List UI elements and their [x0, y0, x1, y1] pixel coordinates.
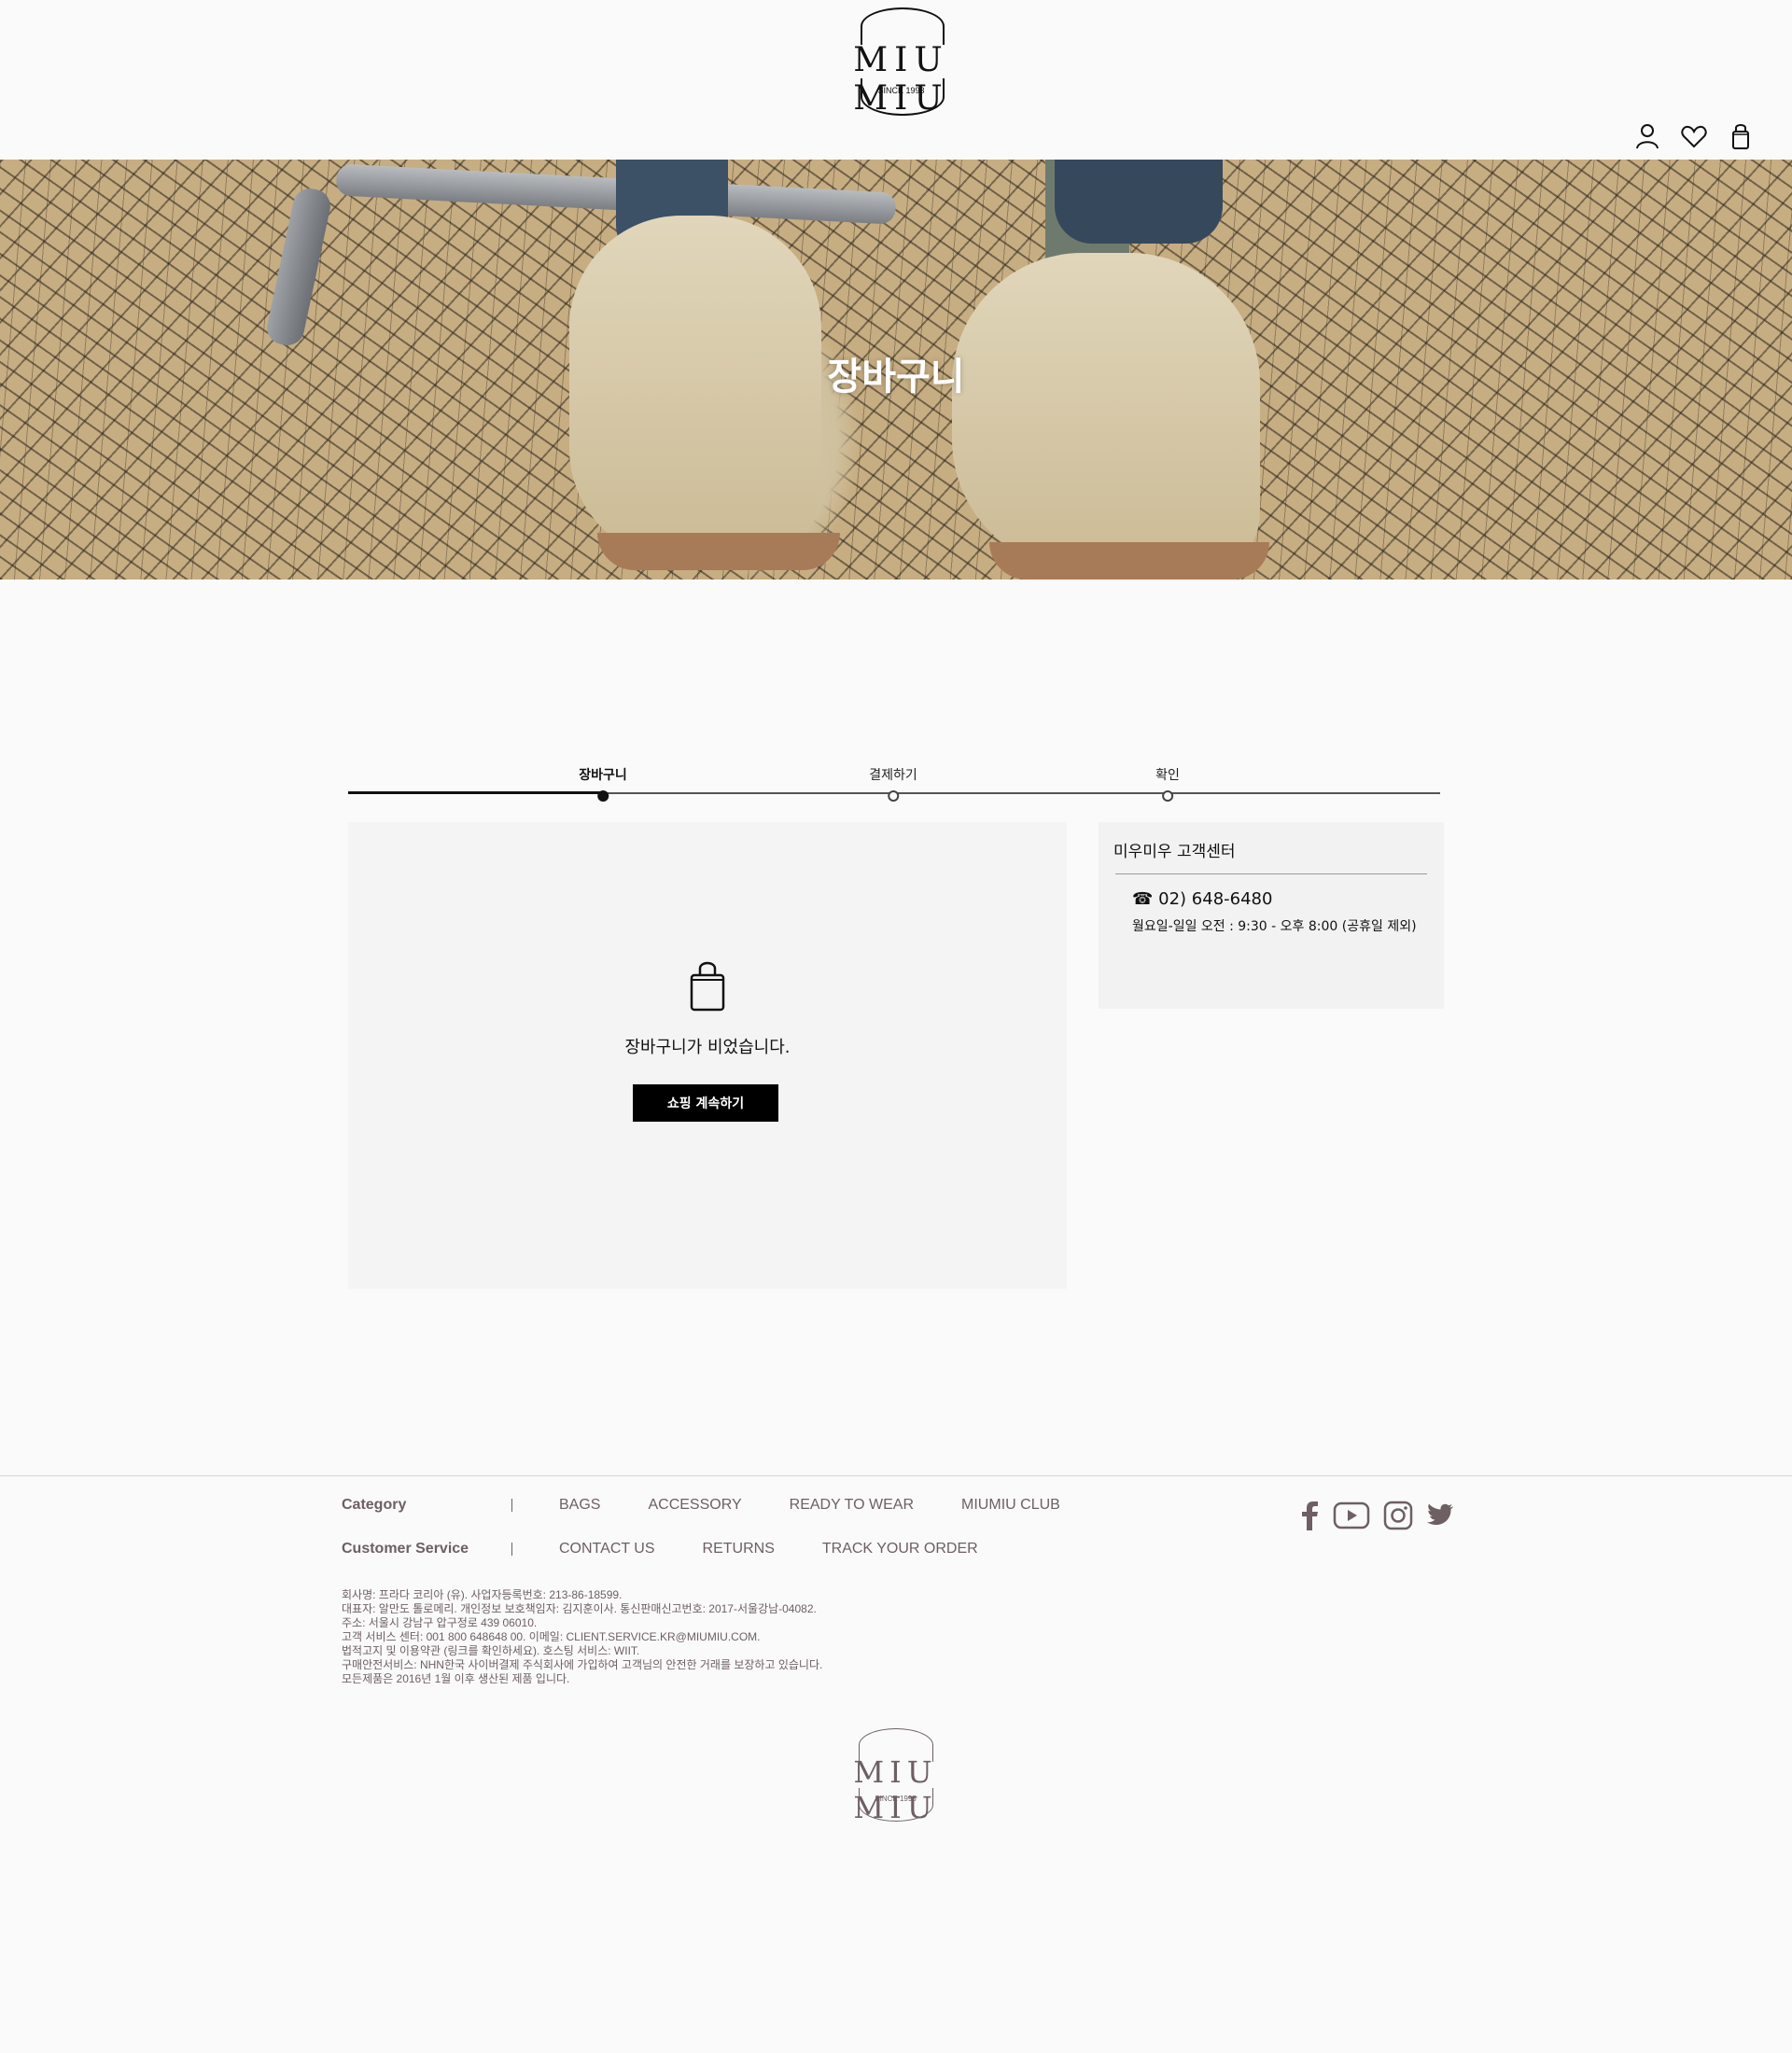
customer-center-box: 미우미우 고객센터 ☎ 02) 648-6480 월요일-일일 오전 : 9:3… — [1099, 822, 1444, 1009]
footer-link-ready-to-wear[interactable]: READY TO WEAR — [790, 1497, 914, 1514]
customer-center-hours: 월요일-일일 오전 : 9:30 - 오후 8:00 (공휴일 제외) — [1132, 919, 1417, 934]
footer-service-row: Customer Service CONTACT US RETURNS TRAC… — [342, 1541, 1026, 1557]
site-header: MIU MIU SINCE 1993 — [0, 0, 1792, 160]
footer-link-miumiu-club[interactable]: MIUMIU CLUB — [961, 1497, 1060, 1514]
social-links — [1299, 1501, 1454, 1530]
step-dot — [597, 790, 609, 802]
legal-line: 고객 서비스 센터: 001 800 648648 00. 이메일: CLIEN… — [342, 1630, 761, 1643]
instagram-icon[interactable] — [1383, 1501, 1413, 1530]
legal-line[interactable]: 법적고지 및 이용약관 (링크를 확인하세요). 호스팅 서비스: WIIT. — [342, 1644, 822, 1658]
site-footer: Category BAGS ACCESSORY READY TO WEAR MI… — [0, 1475, 1792, 2053]
footer-link-returns[interactable]: RETURNS — [703, 1541, 775, 1557]
hero-jeans-right — [1055, 160, 1223, 244]
heart-icon[interactable] — [1680, 122, 1708, 150]
shopping-bag-icon[interactable] — [1727, 122, 1755, 150]
legal-line: 회사명: 프라다 코리아 (유). 사업자등록번호: 213-86-18599. — [342, 1588, 623, 1601]
user-icon[interactable] — [1633, 122, 1661, 150]
legal-line: 대표자: 알만도 톨로메리. 개인정보 보호책임자: 김지훈이사. 통신판매신고… — [342, 1602, 817, 1615]
empty-bag-icon — [690, 961, 725, 1012]
empty-cart-message: 장바구니가 비었습니다. — [624, 1038, 791, 1057]
logo-arc-top — [861, 7, 945, 45]
legal-info: 회사명: 프라다 코리아 (유). 사업자등록번호: 213-86-18599.… — [342, 1588, 822, 1686]
step-dot — [888, 790, 899, 802]
youtube-icon[interactable] — [1333, 1501, 1370, 1530]
step-cart: 장바구니 — [579, 765, 627, 802]
step-label: 결제하기 — [869, 768, 917, 783]
footer-link-accessory[interactable]: ACCESSORY — [648, 1497, 741, 1514]
footer-category-label: Category — [342, 1497, 407, 1513]
hero-sneaker-right — [952, 253, 1260, 570]
footer-link-track-order[interactable]: TRACK YOUR ORDER — [822, 1541, 978, 1557]
legal-line: 주소: 서울시 강남구 압구정로 439 06010. — [342, 1616, 538, 1629]
hero-banner: 장바구니 — [0, 160, 1792, 580]
footer-logo[interactable]: MIU MIU SINCE 1993 — [805, 1728, 987, 1825]
legal-line: 구매안전서비스: NHN한국 사이버결제 주식회사에 가입하여 고객님의 안전한… — [342, 1658, 823, 1671]
step-confirm: 확인 — [1155, 765, 1180, 802]
hero-chair-leg — [263, 185, 334, 349]
step-label: 장바구니 — [579, 768, 627, 783]
customer-center-phone[interactable]: ☎ 02) 648-6480 — [1132, 889, 1272, 909]
cart-panel: 장바구니가 비었습니다. 쇼핑 계속하기 — [348, 822, 1067, 1289]
footer-link-contact-us[interactable]: CONTACT US — [559, 1541, 655, 1557]
twitter-icon[interactable] — [1426, 1502, 1454, 1529]
step-dot — [1161, 790, 1173, 802]
continue-shopping-button[interactable]: 쇼핑 계속하기 — [633, 1084, 778, 1122]
logo-arc-bottom — [861, 78, 945, 116]
customer-center-title: 미우미우 고객센터 — [1113, 843, 1236, 861]
divider — [511, 1543, 512, 1556]
facebook-icon[interactable] — [1299, 1501, 1320, 1530]
hero-sole-left — [597, 533, 840, 570]
steps-progress — [348, 791, 602, 794]
miumiu-logo[interactable]: MIU MIU SINCE 1993 — [801, 7, 1001, 118]
step-label: 확인 — [1155, 768, 1180, 783]
divider — [1115, 873, 1427, 874]
hero-sole-right — [989, 542, 1269, 580]
logo-arc-bottom — [859, 1788, 933, 1822]
footer-category-row: Category BAGS ACCESSORY READY TO WEAR MI… — [342, 1497, 1108, 1514]
divider — [511, 1499, 512, 1512]
legal-line: 모든제품은 2016년 1월 이후 생산된 제품 입니다. — [342, 1672, 570, 1685]
footer-link-bags[interactable]: BAGS — [559, 1497, 600, 1514]
checkout-steps: 장바구니 결제하기 확인 — [348, 765, 1440, 803]
header-actions — [1633, 122, 1755, 150]
step-payment: 결제하기 — [869, 765, 917, 802]
page-title: 장바구니 — [827, 356, 965, 398]
footer-service-label: Customer Service — [342, 1541, 469, 1557]
